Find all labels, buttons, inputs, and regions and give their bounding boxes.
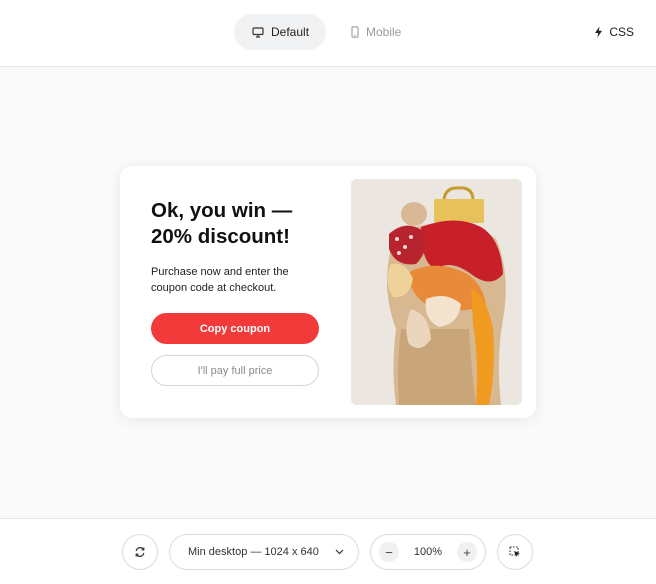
tab-mobile[interactable]: Mobile xyxy=(333,14,417,50)
rotate-icon xyxy=(134,546,146,558)
clothing-pile-photo xyxy=(351,179,522,405)
inspect-button[interactable] xyxy=(497,534,533,570)
zoom-out-button[interactable]: − xyxy=(379,542,399,562)
discount-popup: Ok, you win — 20% discount! Purchase now… xyxy=(120,166,536,418)
desktop-icon xyxy=(252,26,264,38)
tab-mobile-label: Mobile xyxy=(366,25,402,39)
copy-coupon-button[interactable]: Copy coupon xyxy=(151,313,319,344)
select-cursor-icon xyxy=(509,546,521,558)
tab-default-label: Default xyxy=(271,25,310,39)
top-bar: Default Mobile CSS xyxy=(0,0,656,67)
zoom-in-button[interactable]: + xyxy=(456,542,477,562)
device-size-select[interactable]: Min desktop — 1024 x 640 xyxy=(169,534,359,570)
chevron-down-icon xyxy=(335,549,344,555)
zoom-value: 100% xyxy=(413,546,443,558)
mobile-icon xyxy=(351,26,359,38)
popup-headline: Ok, you win — 20% discount! xyxy=(151,199,293,248)
lightning-icon xyxy=(594,26,603,38)
popup-body: Purchase now and enter the coupon code a… xyxy=(151,266,289,294)
css-label: CSS xyxy=(609,25,634,39)
device-size-label: Min desktop — 1024 x 640 xyxy=(188,546,319,558)
bottom-toolbar: Min desktop — 1024 x 640 − 100% + xyxy=(0,518,656,584)
css-button[interactable]: CSS xyxy=(594,14,634,50)
zoom-control: − 100% + xyxy=(370,534,486,570)
tab-default[interactable]: Default xyxy=(234,14,326,50)
pay-full-price-button[interactable]: I'll pay full price xyxy=(151,355,319,386)
rotate-button[interactable] xyxy=(122,534,158,570)
